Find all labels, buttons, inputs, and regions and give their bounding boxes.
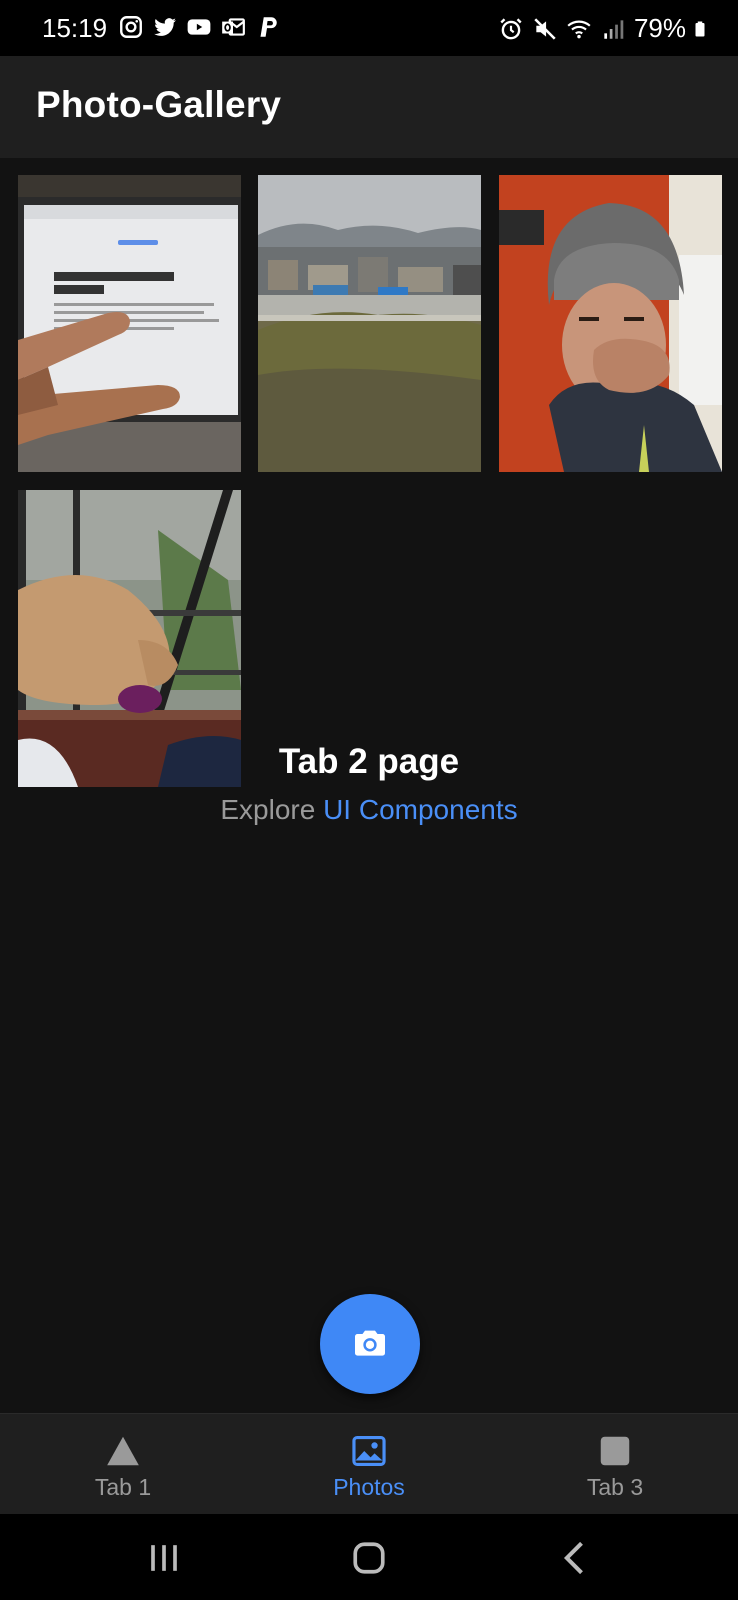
triangle-icon — [107, 1436, 139, 1466]
square-icon — [600, 1436, 630, 1466]
instagram-icon — [120, 16, 142, 38]
paypal-icon — [260, 17, 277, 37]
ui-components-link[interactable]: UI Components — [323, 794, 518, 825]
home-button[interactable] — [347, 1536, 391, 1580]
gallery-photo-selfie[interactable] — [499, 175, 722, 472]
gallery-photo-laptop[interactable] — [18, 175, 241, 472]
take-photo-button[interactable] — [320, 1294, 420, 1394]
tab-photos-label: Photos — [333, 1474, 405, 1500]
gallery-photo-rooftop[interactable] — [258, 175, 481, 472]
explore-prefix: Explore — [220, 794, 316, 825]
notification-icons — [118, 14, 280, 40]
tab-3[interactable]: Tab 3 — [492, 1414, 738, 1515]
tab-page-title: Tab 2 page — [278, 742, 460, 781]
tab-bar: Tab 1 Photos Tab 3 — [0, 1413, 738, 1514]
page-title: Photo-Gallery — [36, 84, 282, 125]
back-button[interactable] — [554, 1536, 598, 1580]
recents-button[interactable] — [142, 1536, 186, 1580]
status-bar: 15:19 79% — [0, 0, 738, 56]
youtube-icon — [187, 19, 211, 35]
status-time: 15:19 — [42, 13, 108, 43]
alarm-icon — [500, 17, 522, 39]
explore-text: Explore UI Components — [0, 794, 738, 826]
wifi-icon — [567, 20, 591, 38]
battery-percentage: 79% — [633, 13, 686, 43]
twitter-icon — [154, 18, 176, 36]
camera-icon — [355, 1330, 385, 1356]
outlook-icon — [222, 18, 245, 36]
battery-icon — [695, 21, 705, 36]
tab-3-label: Tab 3 — [586, 1474, 644, 1500]
signal-icon — [604, 19, 624, 39]
tab-1-label: Tab 1 — [94, 1474, 152, 1500]
mute-icon — [534, 17, 556, 40]
app-header: Photo-Gallery — [0, 56, 738, 158]
tab-photos[interactable]: Photos — [246, 1414, 492, 1515]
images-icon — [352, 1435, 386, 1467]
system-navigation-bar — [0, 1514, 738, 1600]
tab-1[interactable]: Tab 1 — [0, 1414, 246, 1515]
system-status-icons: 79% — [498, 13, 712, 44]
